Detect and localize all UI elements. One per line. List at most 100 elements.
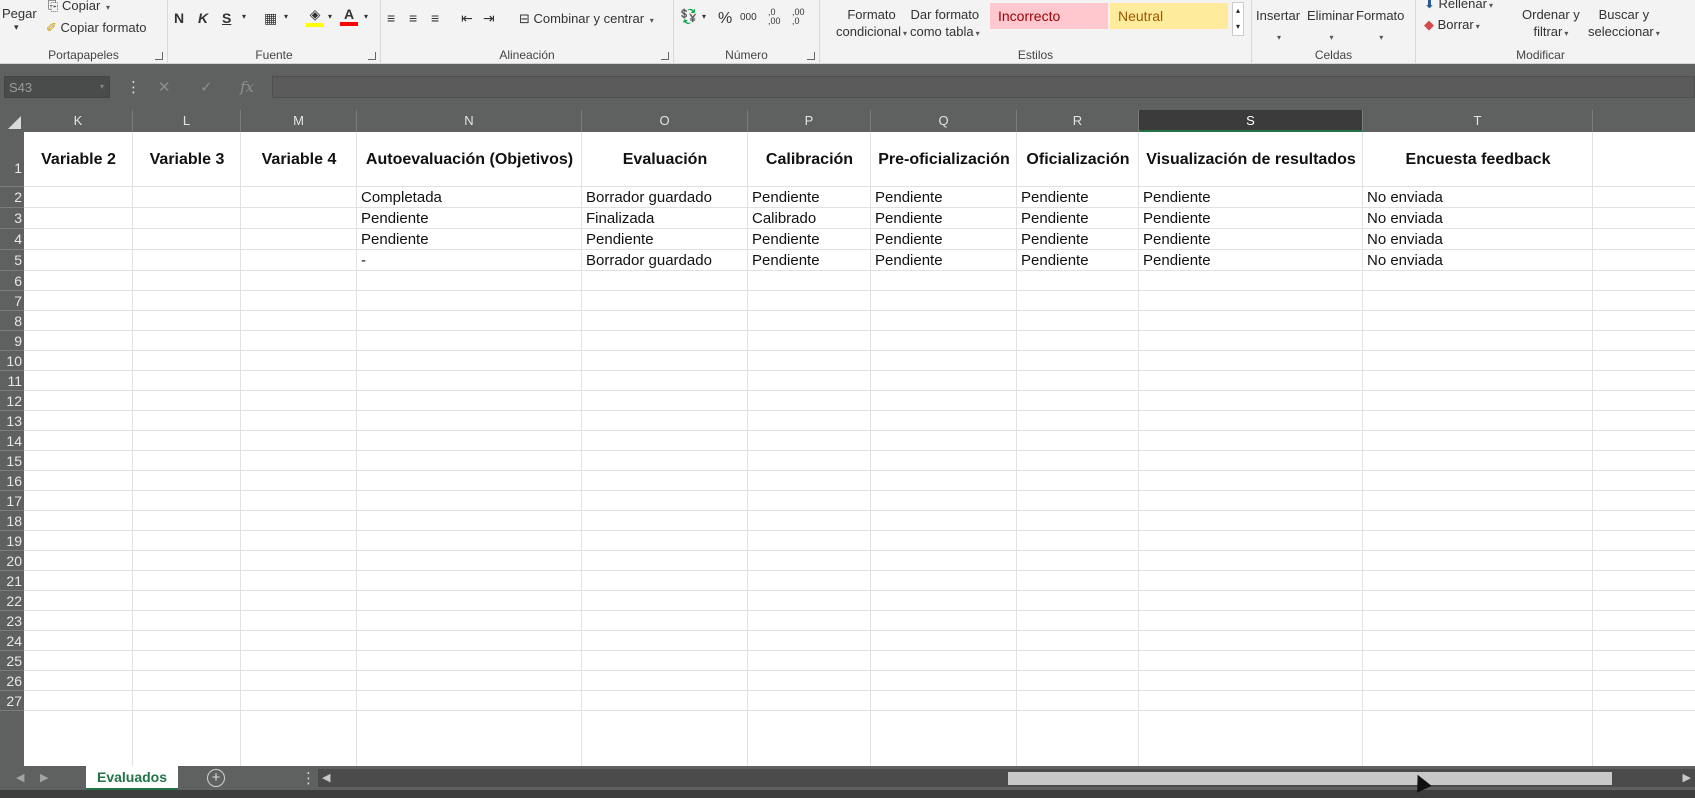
delete-button[interactable]: Eliminar ▾: [1307, 6, 1354, 48]
row-header-12[interactable]: 12: [0, 391, 24, 411]
style-incorrecto[interactable]: Incorrecto: [990, 3, 1108, 29]
cell-n4[interactable]: Pendiente: [357, 229, 582, 250]
row-header-24[interactable]: 24: [0, 631, 24, 651]
cell-p3[interactable]: Calibrado: [748, 208, 871, 229]
header-cell-s1[interactable]: Visualización de resultados: [1139, 132, 1363, 187]
currency-icon[interactable]: 💱: [680, 8, 697, 25]
row-header-3[interactable]: 3: [0, 208, 24, 229]
row-header-5[interactable]: 5: [0, 250, 24, 271]
header-cell-m1[interactable]: Variable 4: [241, 132, 357, 187]
cell-r3[interactable]: Pendiente: [1017, 208, 1139, 229]
scroll-right-icon[interactable]: ▶: [1683, 771, 1691, 784]
cell-o4[interactable]: Pendiente: [582, 229, 748, 250]
column-header-t[interactable]: T: [1363, 110, 1593, 132]
cell-t2[interactable]: No enviada: [1363, 187, 1593, 208]
cell-n5[interactable]: -: [357, 250, 582, 271]
fill-color-button[interactable]: ◈: [306, 6, 324, 27]
increase-indent-icon[interactable]: ⇥: [483, 10, 495, 27]
cell-t5[interactable]: No enviada: [1363, 250, 1593, 271]
row-header-25[interactable]: 25: [0, 651, 24, 671]
italic-button[interactable]: K: [198, 10, 208, 26]
style-neutral[interactable]: Neutral: [1110, 3, 1228, 29]
horizontal-scrollbar[interactable]: ◀ ▶: [318, 769, 1695, 787]
row-header-11[interactable]: 11: [0, 371, 24, 391]
column-header-l[interactable]: L: [133, 110, 241, 132]
cell-s2[interactable]: Pendiente: [1139, 187, 1363, 208]
tab-split-handle-icon[interactable]: ⋮: [301, 769, 316, 787]
next-sheet-icon[interactable]: ▶: [40, 771, 48, 784]
cell-p2[interactable]: Pendiente: [748, 187, 871, 208]
cell-o3[interactable]: Finalizada: [582, 208, 748, 229]
header-cell-n1[interactable]: Autoevaluación (Objetivos): [357, 132, 582, 187]
align-center-icon[interactable]: ≡: [409, 10, 417, 26]
cell-n3[interactable]: Pendiente: [357, 208, 582, 229]
header-cell-t1[interactable]: Encuesta feedback: [1363, 132, 1593, 187]
clear-button[interactable]: ◆ Borrar ▾: [1424, 17, 1480, 33]
scroll-thumb[interactable]: [1008, 772, 1612, 785]
thousands-button[interactable]: 000: [740, 12, 757, 23]
scroll-left-icon[interactable]: ◀: [322, 771, 330, 784]
column-header-o[interactable]: O: [582, 110, 748, 132]
cell-s3[interactable]: Pendiente: [1139, 208, 1363, 229]
decrease-decimal-button[interactable]: ,00 ,0: [792, 8, 814, 26]
font-color-button[interactable]: A: [340, 6, 358, 26]
row-header-7[interactable]: 7: [0, 291, 24, 311]
cell-area[interactable]: Variable 2 Variable 3 Variable 4 Autoevalua…: [24, 132, 1695, 766]
row-header-22[interactable]: 22: [0, 591, 24, 611]
header-cell-q1[interactable]: Pre-oficialización: [871, 132, 1017, 187]
copy-format-button[interactable]: ✐ Copiar formato: [46, 20, 147, 36]
cell-q2[interactable]: Pendiente: [871, 187, 1017, 208]
column-header-r[interactable]: R: [1017, 110, 1139, 132]
cell-o5[interactable]: Borrador guardado: [582, 250, 748, 271]
row-header-23[interactable]: 23: [0, 611, 24, 631]
header-cell-r1[interactable]: Oficialización: [1017, 132, 1139, 187]
sort-filter-button[interactable]: Ordenar y filtrar ▾: [1522, 6, 1580, 42]
add-sheet-icon[interactable]: +: [207, 769, 225, 787]
format-button[interactable]: Formato ▾: [1356, 6, 1404, 48]
name-box-dropdown-icon[interactable]: ▾: [100, 82, 104, 91]
underline-dropdown-icon[interactable]: ▾: [242, 12, 246, 21]
font-color-dropdown-icon[interactable]: ▾: [364, 12, 368, 21]
row-header-20[interactable]: 20: [0, 551, 24, 571]
number-launcher-icon[interactable]: [807, 52, 815, 60]
row-header-15[interactable]: 15: [0, 451, 24, 471]
clipboard-launcher-icon[interactable]: [155, 52, 163, 60]
cell-o2[interactable]: Borrador guardado: [582, 187, 748, 208]
row-header-19[interactable]: 19: [0, 531, 24, 551]
bold-button[interactable]: N: [174, 10, 184, 26]
row-header-2[interactable]: 2: [0, 187, 24, 208]
find-select-button[interactable]: Buscar y seleccionar ▾: [1588, 6, 1660, 42]
insert-function-icon[interactable]: fx: [240, 78, 254, 96]
column-header-n[interactable]: N: [357, 110, 582, 132]
borders-dropdown-icon[interactable]: ▾: [284, 12, 288, 21]
copy-button[interactable]: ⎘ Copiar ▾: [48, 0, 110, 14]
row-header-6[interactable]: 6: [0, 271, 24, 291]
row-header-1[interactable]: 1: [0, 132, 24, 187]
row-header-9[interactable]: 9: [0, 331, 24, 351]
increase-decimal-button[interactable]: ,0 ,00: [768, 8, 790, 26]
sheet-tab-evaluados[interactable]: Evaluados: [86, 766, 178, 790]
percent-button[interactable]: %: [718, 10, 732, 28]
cell-s5[interactable]: Pendiente: [1139, 250, 1363, 271]
enter-icon[interactable]: ✓: [200, 78, 213, 96]
cell-r5[interactable]: Pendiente: [1017, 250, 1139, 271]
cell-r4[interactable]: Pendiente: [1017, 229, 1139, 250]
cell-q4[interactable]: Pendiente: [871, 229, 1017, 250]
cell-t4[interactable]: No enviada: [1363, 229, 1593, 250]
cell-n2[interactable]: Completada: [357, 187, 582, 208]
header-cell-o1[interactable]: Evaluación: [582, 132, 748, 187]
column-header-s[interactable]: S: [1139, 110, 1363, 132]
row-header-10[interactable]: 10: [0, 351, 24, 371]
align-right-icon[interactable]: ≡: [431, 10, 439, 26]
cell-p5[interactable]: Pendiente: [748, 250, 871, 271]
currency-dropdown-icon[interactable]: ▾: [702, 12, 706, 21]
prev-sheet-icon[interactable]: ◀: [16, 771, 24, 784]
fill-dropdown-icon[interactable]: ▾: [328, 12, 332, 21]
row-header-16[interactable]: 16: [0, 471, 24, 491]
row-header-14[interactable]: 14: [0, 431, 24, 451]
row-header-27[interactable]: 27: [0, 691, 24, 711]
header-cell-l1[interactable]: Variable 3: [133, 132, 241, 187]
column-header-q[interactable]: Q: [871, 110, 1017, 132]
cell-q3[interactable]: Pendiente: [871, 208, 1017, 229]
column-header-m[interactable]: M: [241, 110, 357, 132]
